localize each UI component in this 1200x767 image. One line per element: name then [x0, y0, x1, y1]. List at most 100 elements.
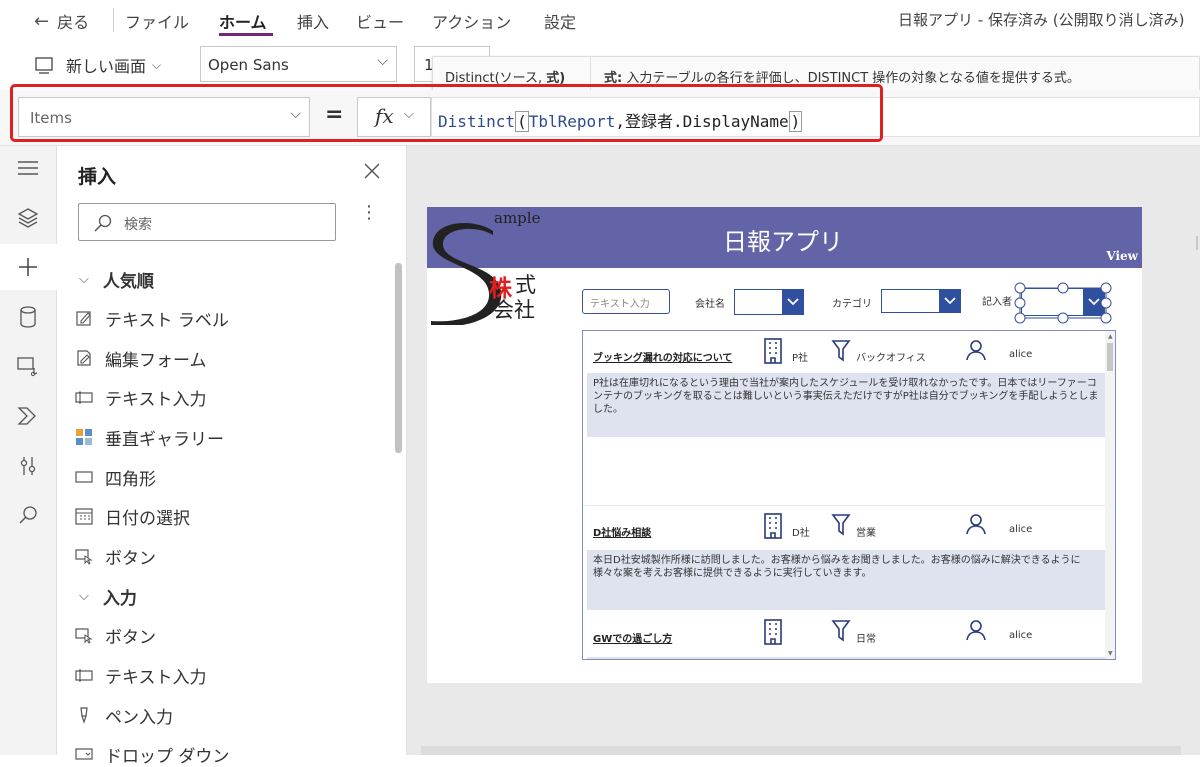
person-icon — [966, 514, 986, 535]
view-label: View — [1106, 249, 1138, 263]
person-icon — [966, 620, 986, 641]
row-title: D社悩み相談 — [593, 528, 652, 539]
button-icon — [75, 628, 93, 644]
panel-scrollbar[interactable] — [395, 263, 402, 453]
chevron-down-icon: ⌵ — [79, 271, 89, 287]
menu-settings[interactable]: 設定 — [544, 9, 576, 33]
person-icon — [966, 340, 986, 361]
database-icon[interactable] — [14, 303, 42, 331]
row-body — [587, 657, 1106, 659]
back-button[interactable]: ← 戻る — [34, 9, 89, 33]
scroll-down-icon[interactable]: ▼ — [1108, 650, 1113, 657]
form-icon — [77, 350, 91, 366]
insert-item-label: テキスト入力 — [105, 389, 207, 410]
power-automate-icon[interactable] — [14, 402, 42, 430]
insert-item-vertical-gallery[interactable]: 垂直ギャラリー — [75, 424, 224, 450]
canvas-horizontal-scrollbar[interactable] — [421, 746, 1181, 755]
insert-item-dropdown[interactable]: ドロップ ダウン — [75, 741, 229, 767]
tools-icon[interactable] — [14, 452, 42, 480]
search-icon — [94, 214, 112, 232]
insert-item-label: 四角形 — [105, 469, 156, 490]
hamburger-icon[interactable] — [14, 154, 42, 182]
insert-item-label: 垂直ギャラリー — [105, 429, 224, 450]
company-dropdown[interactable] — [734, 289, 804, 315]
insert-item-input-text[interactable]: テキスト入力 — [75, 662, 207, 688]
scroll-up-icon[interactable]: ▲ — [1108, 333, 1113, 340]
building-icon — [764, 619, 782, 645]
insert-item-text-input[interactable]: テキスト入力 — [75, 384, 207, 410]
canvas-area: 日報アプリ View ample 株 式 会社 テキスト入力 会社名 カテゴリ … — [407, 146, 1200, 755]
section-input[interactable]: ⌵ 入力 — [79, 583, 137, 609]
row-user: alice — [1009, 630, 1033, 641]
insert-item-label: テキスト ラベル — [105, 310, 229, 331]
section-input-label: 入力 — [102, 588, 137, 609]
app-text-input-placeholder: テキスト入力 — [590, 299, 650, 310]
button-icon — [75, 549, 93, 565]
gallery-icon — [76, 429, 92, 445]
insert-item-input-button[interactable]: ボタン — [75, 622, 156, 648]
section-popular-label: 人気順 — [102, 271, 154, 292]
category-dropdown[interactable] — [881, 289, 961, 313]
menu-action[interactable]: アクション — [432, 9, 511, 33]
insert-item-label: テキスト入力 — [105, 667, 207, 688]
rectangle-icon — [75, 471, 93, 483]
gallery-row[interactable]: D社悩み相談 D社 営業 alice 本日D社安城製作所様に訪問しました。お客様… — [583, 507, 1115, 613]
font-select[interactable]: Open Sans ⌵ — [200, 46, 397, 82]
more-options-icon[interactable]: ⋮ — [360, 204, 378, 222]
insert-item-edit-form[interactable]: 編集フォーム — [75, 345, 207, 371]
row-user: alice — [1009, 524, 1033, 535]
chevron-down-icon — [782, 290, 803, 314]
menu-file[interactable]: ファイル — [125, 9, 189, 33]
report-gallery[interactable]: ブッキング漏れの対応について P社 バックオフィス alice P社は在庫切れに… — [582, 330, 1116, 660]
ribbon: 新しい画面 ⌵ Open Sans ⌵ 1 Distinct(ソース, 式) 式… — [0, 40, 1200, 94]
app-save-status: 日報アプリ - 保存済み (公開取り消し済み) — [898, 11, 1185, 29]
insert-item-text-label[interactable]: テキスト ラベル — [75, 305, 229, 331]
row-body: 本日D社安城製作所様に訪問しました。お客様から悩みをお聞きしました。お客様の悩み… — [587, 550, 1106, 610]
chevron-down-icon: ⌵ — [377, 53, 388, 69]
search-icon[interactable] — [14, 501, 42, 529]
pen-icon — [80, 707, 88, 724]
insert-item-label: ボタン — [105, 548, 156, 569]
insert-item-pen-input[interactable]: ペン入力 — [75, 702, 173, 728]
new-screen-icon — [35, 57, 53, 74]
filter-icon — [831, 620, 851, 642]
gallery-scroll-thumb[interactable] — [1107, 343, 1113, 371]
app-screen: 日報アプリ View ample 株 式 会社 テキスト入力 会社名 カテゴリ … — [427, 207, 1142, 683]
media-icon[interactable] — [14, 352, 42, 380]
row-category: バックオフィス — [856, 353, 926, 364]
insert-panel: 挿入 検索 ⋮ ⌵ 人気順 テキスト ラベル 編集フォーム テキスト入力 垂直ギ… — [57, 146, 407, 767]
new-screen-button[interactable]: 新しい画面 ⌵ — [34, 53, 161, 77]
gallery-scrollbar[interactable]: ▲ ▼ — [1105, 331, 1115, 659]
insert-item-rectangle[interactable]: 四角形 — [75, 464, 156, 490]
font-value: Open Sans — [208, 56, 289, 74]
filter-icon — [831, 340, 851, 362]
new-screen-label: 新しい画面 — [66, 57, 147, 76]
menu-bar: ← 戻る ファイル ホーム 挿入 ビュー アクション 設定 日報アプリ - 保存… — [0, 0, 1200, 40]
layers-icon[interactable] — [14, 204, 42, 232]
row-divider — [583, 505, 1107, 506]
chevron-down-icon: ⌵ — [79, 588, 89, 604]
canvas-vertical-scroll-indicator[interactable] — [1196, 236, 1198, 250]
gallery-row[interactable]: ブッキング漏れの対応について P社 バックオフィス alice P社は在庫切れに… — [583, 331, 1115, 507]
close-icon[interactable] — [362, 161, 382, 185]
calendar-icon — [75, 508, 93, 525]
insert-item-button[interactable]: ボタン — [75, 543, 156, 569]
dropdown-icon — [75, 748, 93, 760]
menu-home[interactable]: ホーム — [219, 9, 267, 33]
plus-icon[interactable] — [14, 253, 42, 281]
logo-text-2: 会社 — [493, 298, 535, 322]
section-popular[interactable]: ⌵ 人気順 — [79, 266, 154, 292]
insert-item-label: ボタン — [105, 627, 156, 648]
insert-item-label: ドロップ ダウン — [105, 746, 230, 767]
row-body: P社は在庫切れになるという理由で当社が案内したスケジュールを受け取れなかったです… — [587, 373, 1106, 437]
menu-view[interactable]: ビュー — [356, 9, 404, 33]
menu-insert[interactable]: 挿入 — [297, 9, 329, 33]
search-box[interactable]: 検索 — [78, 203, 336, 241]
selection-handles[interactable] — [1014, 281, 1114, 325]
left-rail — [0, 146, 57, 755]
insert-item-date-picker[interactable]: 日付の選択 — [75, 503, 190, 529]
gallery-row[interactable]: GWでの過ごし方 日常 alice — [583, 613, 1115, 659]
app-text-input[interactable]: テキスト入力 — [582, 289, 670, 314]
filter-icon — [831, 514, 851, 536]
author-label: 記入者 — [982, 297, 1012, 308]
